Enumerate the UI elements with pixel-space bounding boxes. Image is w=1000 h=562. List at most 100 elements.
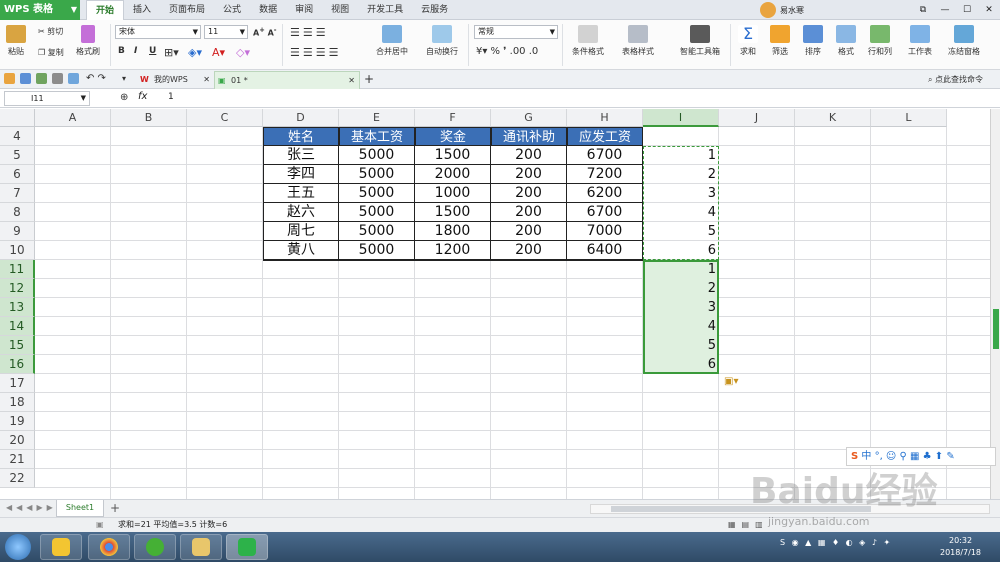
- table-cell[interactable]: 黄八: [263, 241, 339, 260]
- row-header-13[interactable]: 13: [0, 298, 35, 317]
- vertical-scrollbar[interactable]: [990, 109, 1000, 499]
- row-header-14[interactable]: 14: [0, 317, 35, 336]
- table-cell[interactable]: 1800: [415, 222, 491, 241]
- taskbar-app-explorer[interactable]: [180, 534, 222, 560]
- table-cell[interactable]: 王五: [263, 184, 339, 203]
- table-cell[interactable]: 1500: [415, 146, 491, 165]
- tab-formula[interactable]: 公式: [214, 0, 250, 20]
- column-header-c[interactable]: C: [187, 109, 263, 127]
- maximize-icon[interactable]: ☐: [956, 0, 978, 20]
- row-col-button[interactable]: 行和列: [868, 25, 892, 57]
- tab-insert[interactable]: 插入: [124, 0, 160, 20]
- freeze-panes-button[interactable]: 冻结窗格: [948, 25, 980, 57]
- save-icon[interactable]: [20, 73, 31, 84]
- column-header-f[interactable]: F: [415, 109, 491, 127]
- minimize-icon[interactable]: —: [934, 0, 956, 20]
- add-sheet-icon[interactable]: +: [110, 501, 120, 515]
- clear-format-icon[interactable]: ◇▾: [236, 46, 250, 59]
- row-header-11[interactable]: 11: [0, 260, 35, 279]
- row-header-16[interactable]: 16: [0, 355, 35, 374]
- table-cell[interactable]: 5000: [339, 241, 415, 260]
- table-cell[interactable]: 200: [491, 241, 567, 260]
- column-header-d[interactable]: D: [263, 109, 339, 127]
- taskbar-app-wps[interactable]: [226, 534, 268, 560]
- cell-i[interactable]: 4: [643, 317, 719, 336]
- paste-options-icon[interactable]: ▣▾: [724, 376, 738, 387]
- export-icon[interactable]: [36, 73, 47, 84]
- column-header-b[interactable]: B: [111, 109, 187, 127]
- sum-button[interactable]: Σ 求和: [738, 25, 758, 57]
- conditional-format-button[interactable]: 条件格式: [572, 25, 604, 57]
- name-box[interactable]: I11 ▼: [4, 91, 90, 106]
- currency-percent-icons[interactable]: ¥▾ % ❜ .00 .0: [476, 46, 538, 57]
- column-header-i[interactable]: I: [643, 109, 719, 127]
- font-grow-button[interactable]: A+ A-: [253, 26, 277, 38]
- table-cell[interactable]: 200: [491, 165, 567, 184]
- table-style-button[interactable]: 表格样式: [622, 25, 654, 57]
- format-button[interactable]: 格式: [836, 25, 856, 57]
- tab-home[interactable]: 开始: [86, 0, 125, 21]
- table-header-cell[interactable]: 奖金: [415, 127, 491, 146]
- tab-cloud[interactable]: 云服务: [412, 0, 457, 20]
- bold-button[interactable]: B: [118, 46, 125, 56]
- column-header-e[interactable]: E: [339, 109, 415, 127]
- worksheet-button[interactable]: 工作表: [908, 25, 932, 57]
- row-header-9[interactable]: 9: [0, 222, 35, 241]
- table-cell[interactable]: 6700: [567, 203, 643, 222]
- smart-toolbox-button[interactable]: 智能工具箱: [680, 25, 720, 57]
- tab-developer[interactable]: 开发工具: [358, 0, 412, 20]
- font-color-icon[interactable]: A▾: [212, 46, 225, 59]
- format-painter-button[interactable]: 格式刷: [76, 25, 100, 57]
- column-header-a[interactable]: A: [35, 109, 111, 127]
- restore-icon[interactable]: ⧉: [912, 0, 934, 20]
- row-header-10[interactable]: 10: [0, 241, 35, 260]
- open-icon[interactable]: [4, 73, 15, 84]
- align-left-icons[interactable]: ☰☰☰☰: [290, 46, 341, 59]
- macro-icon[interactable]: ▣: [96, 518, 104, 532]
- clock[interactable]: 20:32 2018/7/18: [940, 535, 981, 559]
- sort-button[interactable]: 排序: [803, 25, 823, 57]
- close-icon[interactable]: ✕: [348, 72, 355, 89]
- cell-i[interactable]: 3: [643, 298, 719, 317]
- tab-document[interactable]: ▣ 01 * ✕: [214, 71, 360, 89]
- cut-button[interactable]: ✂ 剪切: [38, 26, 63, 37]
- formula-input[interactable]: 1: [168, 92, 174, 102]
- align-top-icons[interactable]: ☰☰☰: [290, 26, 329, 39]
- close-icon[interactable]: ✕: [203, 71, 210, 88]
- table-cell[interactable]: 200: [491, 222, 567, 241]
- column-header-l[interactable]: L: [871, 109, 947, 127]
- table-cell[interactable]: 5000: [339, 165, 415, 184]
- row-header-21[interactable]: 21: [0, 450, 35, 469]
- table-cell[interactable]: 7000: [567, 222, 643, 241]
- fx-button[interactable]: fx: [138, 91, 147, 102]
- table-cell[interactable]: 200: [491, 203, 567, 222]
- preview-icon[interactable]: [68, 73, 79, 84]
- underline-button[interactable]: U: [149, 46, 156, 56]
- font-size-select[interactable]: 11 ▼: [204, 25, 248, 39]
- row-header-19[interactable]: 19: [0, 412, 35, 431]
- scroll-thumb[interactable]: [993, 309, 999, 349]
- border-icon[interactable]: ⊞▾: [164, 46, 179, 59]
- zoom-icon[interactable]: ⊕: [120, 92, 128, 103]
- tab-page-layout[interactable]: 页面布局: [160, 0, 214, 20]
- print-icon[interactable]: [52, 73, 63, 84]
- row-header-17[interactable]: 17: [0, 374, 35, 393]
- taskbar-app-chrome[interactable]: [88, 534, 130, 560]
- tab-my-wps[interactable]: W 我的WPS ✕: [138, 71, 214, 89]
- row-header-15[interactable]: 15: [0, 336, 35, 355]
- table-cell[interactable]: 6700: [567, 146, 643, 165]
- sheet-tab-sheet1[interactable]: Sheet1: [56, 500, 104, 517]
- table-cell[interactable]: 7200: [567, 165, 643, 184]
- cell-i[interactable]: 3: [643, 184, 719, 203]
- filter-button[interactable]: 筛选: [770, 25, 790, 57]
- table-cell[interactable]: 5000: [339, 203, 415, 222]
- tab-data[interactable]: 数据: [250, 0, 286, 20]
- row-header-4[interactable]: 4: [0, 127, 35, 146]
- table-cell[interactable]: 6200: [567, 184, 643, 203]
- italic-button[interactable]: I: [134, 46, 137, 56]
- table-cell[interactable]: 李四: [263, 165, 339, 184]
- cell-i[interactable]: 5: [643, 222, 719, 241]
- cell-i[interactable]: 6: [643, 355, 719, 374]
- table-header-cell[interactable]: 基本工资: [339, 127, 415, 146]
- table-header-cell[interactable]: 应发工资: [567, 127, 643, 146]
